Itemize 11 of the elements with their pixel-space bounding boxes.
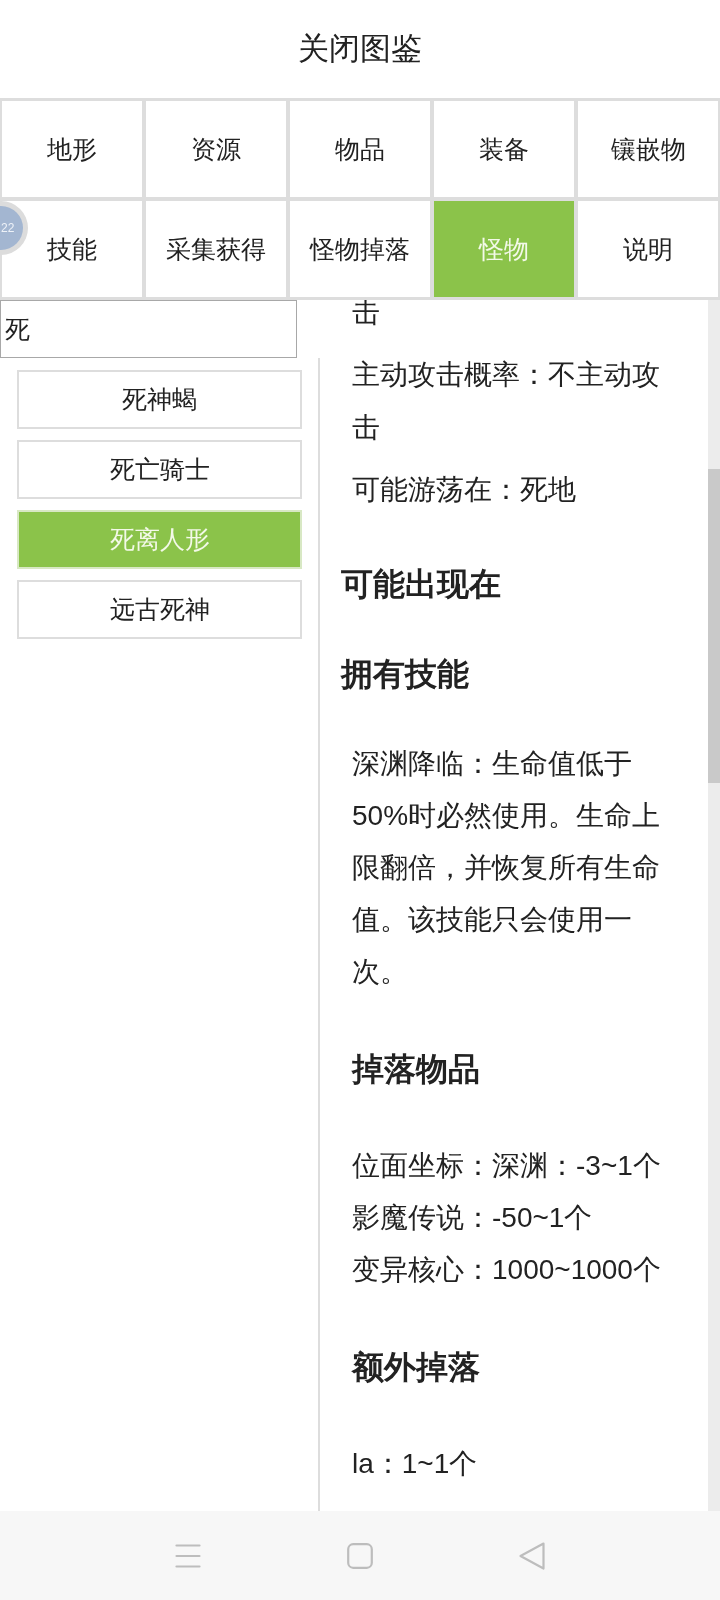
drop-entry: 变异核心：1000~1000个 xyxy=(352,1253,661,1287)
drop-entry: la：1~1个 xyxy=(352,1447,478,1481)
section-heading: 可能出现在 xyxy=(341,565,501,604)
info-line: 主动攻击概率：不主动攻击 xyxy=(352,358,661,445)
info-line: 可能游荡在：死地 xyxy=(352,473,576,507)
section-heading: 拥有技能 xyxy=(341,655,469,694)
skill-description: 深渊降临：生命值低于50%时必然使用。生命上限翻倍，并恢复所有生命值。该技能只会使用一次。 xyxy=(352,747,662,989)
drop-entry: 影魔传说：-50~1个 xyxy=(352,1201,593,1235)
drop-entry: 位面坐标：深渊：-3~1个 xyxy=(352,1149,661,1183)
section-heading: 额外掉落 xyxy=(352,1348,480,1387)
section-heading: 掉落物品 xyxy=(352,1050,480,1089)
